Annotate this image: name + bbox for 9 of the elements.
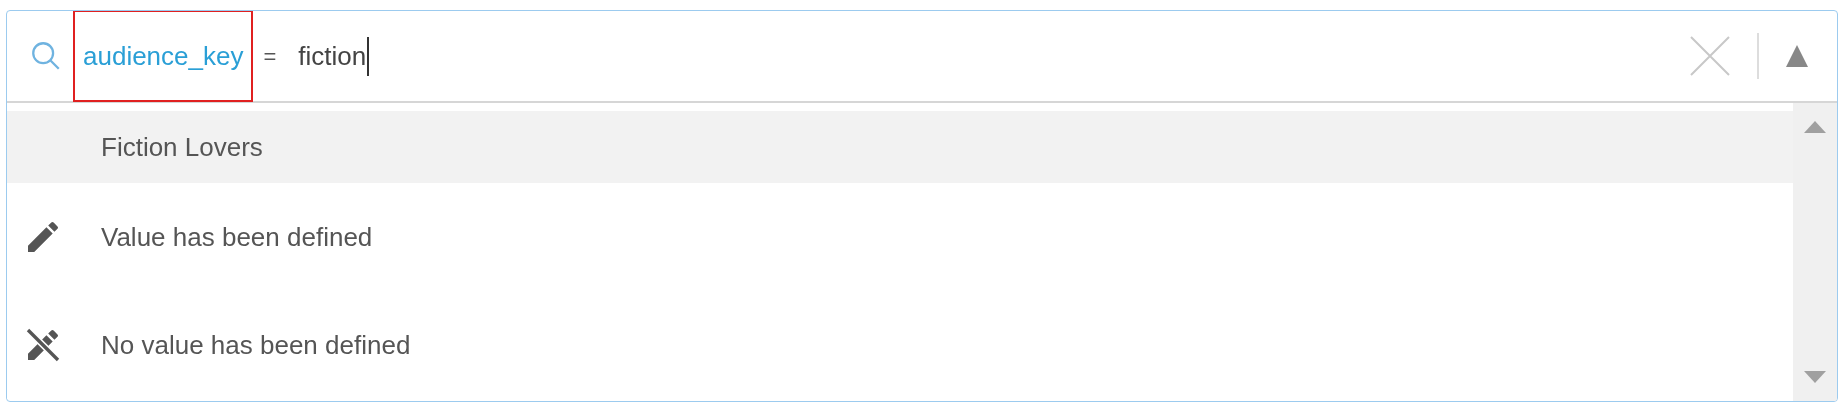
filter-operator: = [263, 42, 277, 71]
scroll-down-icon[interactable] [1804, 371, 1826, 383]
filter-value[interactable]: fiction [298, 36, 370, 76]
scrollbar[interactable] [1793, 103, 1837, 401]
close-icon[interactable] [1689, 35, 1731, 77]
caret-up-icon[interactable] [1785, 44, 1809, 68]
crossed-pencil-icon [23, 325, 63, 365]
suggestion-item[interactable]: Fiction Lovers [7, 111, 1793, 183]
scroll-up-icon[interactable] [1804, 121, 1826, 133]
